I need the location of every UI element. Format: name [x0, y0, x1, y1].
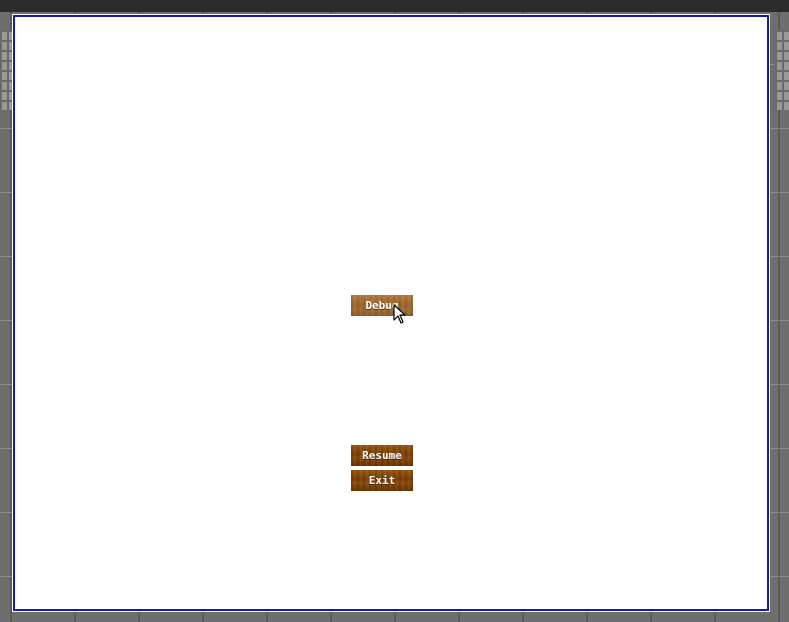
window-top-strip	[0, 0, 789, 12]
left-brick-wall	[0, 30, 14, 110]
debug-button[interactable]: Debug	[351, 295, 413, 316]
resume-button[interactable]: Resume	[351, 445, 413, 466]
right-brick-wall	[775, 30, 789, 110]
exit-button[interactable]: Exit	[351, 470, 413, 491]
